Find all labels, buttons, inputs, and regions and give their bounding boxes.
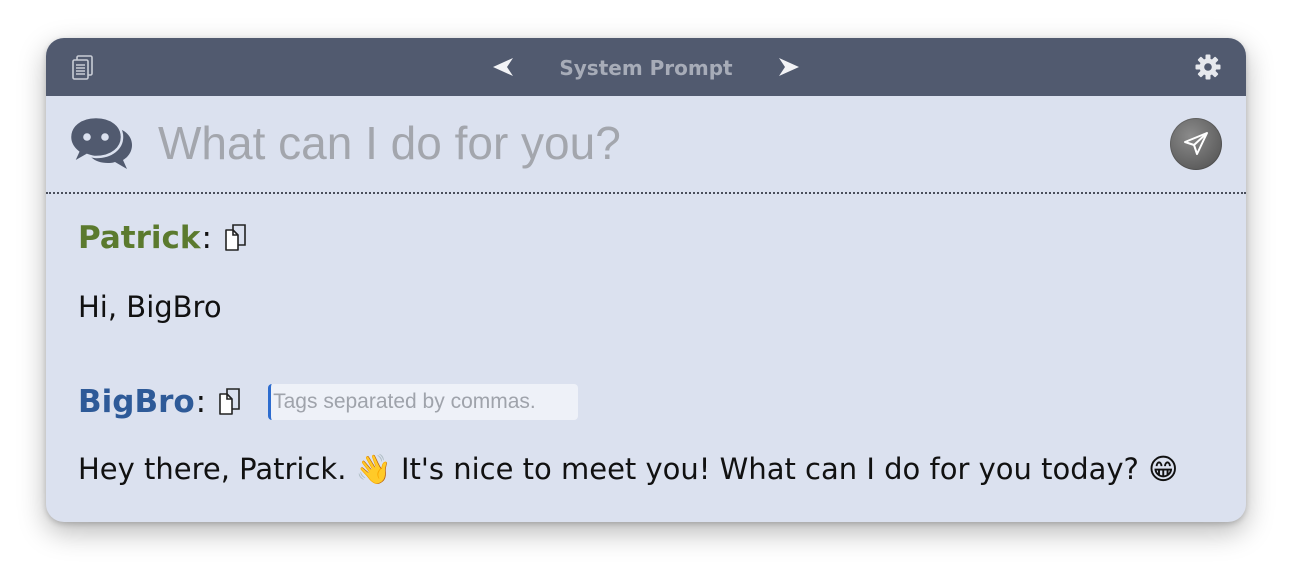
copy-message-icon[interactable] <box>218 388 242 416</box>
prompt-input[interactable] <box>158 112 1138 174</box>
title-bar: System Prompt <box>46 38 1246 96</box>
message-text: Hey there, Patrick. 👋 It's nice to meet … <box>78 452 1179 486</box>
message-header-user: Patrick: <box>78 218 248 258</box>
chat-bubbles-icon <box>68 115 134 171</box>
sender-name: BigBro <box>78 384 195 420</box>
previous-prompt-button[interactable] <box>490 55 516 79</box>
sender-colon: : <box>195 384 207 420</box>
tags-input[interactable] <box>268 384 579 420</box>
prompt-title[interactable]: System Prompt <box>526 54 766 82</box>
send-button[interactable] <box>1170 118 1222 170</box>
chat-window: System Prompt What can I do for you? Pat… <box>46 38 1246 522</box>
message-header-assistant: BigBro: <box>78 382 579 422</box>
copy-message-icon[interactable] <box>224 224 248 252</box>
message-text: Hi, BigBro <box>78 290 222 324</box>
next-prompt-button[interactable] <box>776 55 802 79</box>
sender-name: Patrick <box>78 220 201 256</box>
sender-colon: : <box>201 220 212 256</box>
paper-plane-icon <box>1184 132 1208 155</box>
chevron-right-icon <box>779 58 799 76</box>
copy-all-icon[interactable] <box>70 54 96 82</box>
composer-row <box>46 96 1246 194</box>
chevron-left-icon <box>493 58 513 76</box>
gear-icon[interactable] <box>1194 53 1222 81</box>
